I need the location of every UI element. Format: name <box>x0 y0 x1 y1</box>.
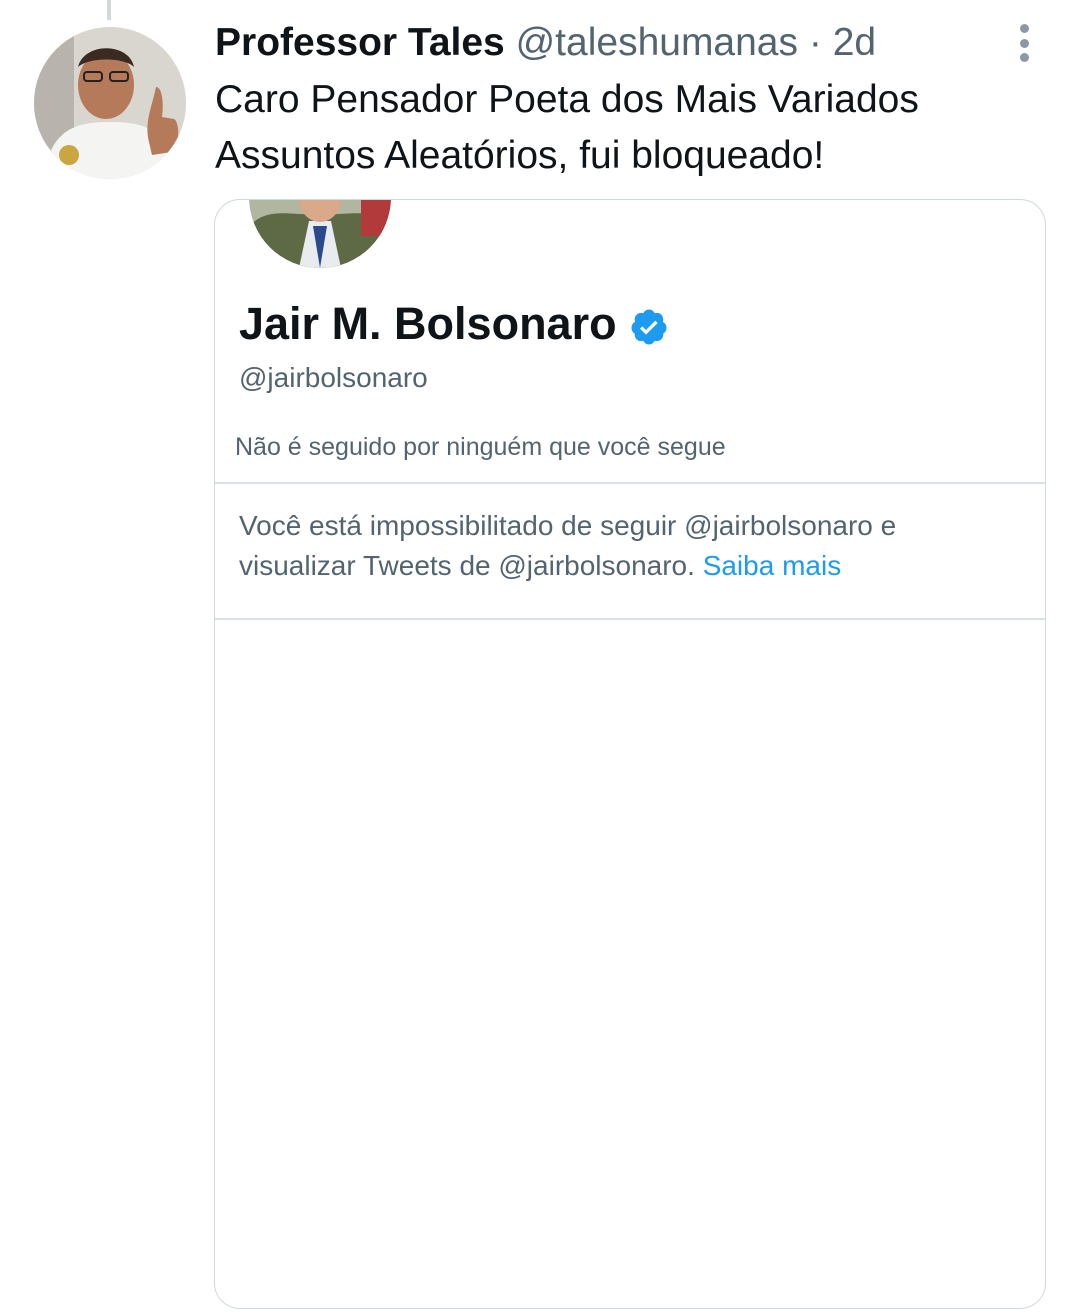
author-avatar[interactable] <box>34 27 186 179</box>
verified-badge-icon <box>629 304 669 345</box>
profile-name[interactable]: Jair M. Bolsonaro <box>239 296 669 352</box>
thread-connector-line <box>107 0 111 20</box>
tweet-text: Caro Pensador Poeta dos Mais Variados As… <box>215 78 919 177</box>
header-separator: · <box>808 21 822 64</box>
profile-avatar <box>249 200 391 268</box>
quoted-profile-card[interactable]: Jair M. Bolsonaro @jairbolsonaro Não é s… <box>214 199 1046 1309</box>
learn-more-link[interactable]: Saiba mais <box>703 550 842 581</box>
tweet-header: Professor Tales @taleshumanas · 2d <box>215 18 876 68</box>
card-divider <box>215 482 1045 484</box>
author-handle[interactable]: @taleshumanas <box>516 21 798 64</box>
profile-handle: @jairbolsonaro <box>239 362 428 393</box>
tweet-timestamp[interactable]: 2d <box>833 21 876 64</box>
more-vertical-icon[interactable] <box>1008 22 1040 64</box>
author-name[interactable]: Professor Tales <box>215 21 505 64</box>
profile-name-text: Jair M. Bolsonaro <box>239 298 617 349</box>
blocked-message: Você está impossibilitado de seguir @jai… <box>239 506 1019 586</box>
card-divider <box>215 618 1045 620</box>
follow-context-text: Não é seguido por ninguém que você segue <box>235 433 726 461</box>
